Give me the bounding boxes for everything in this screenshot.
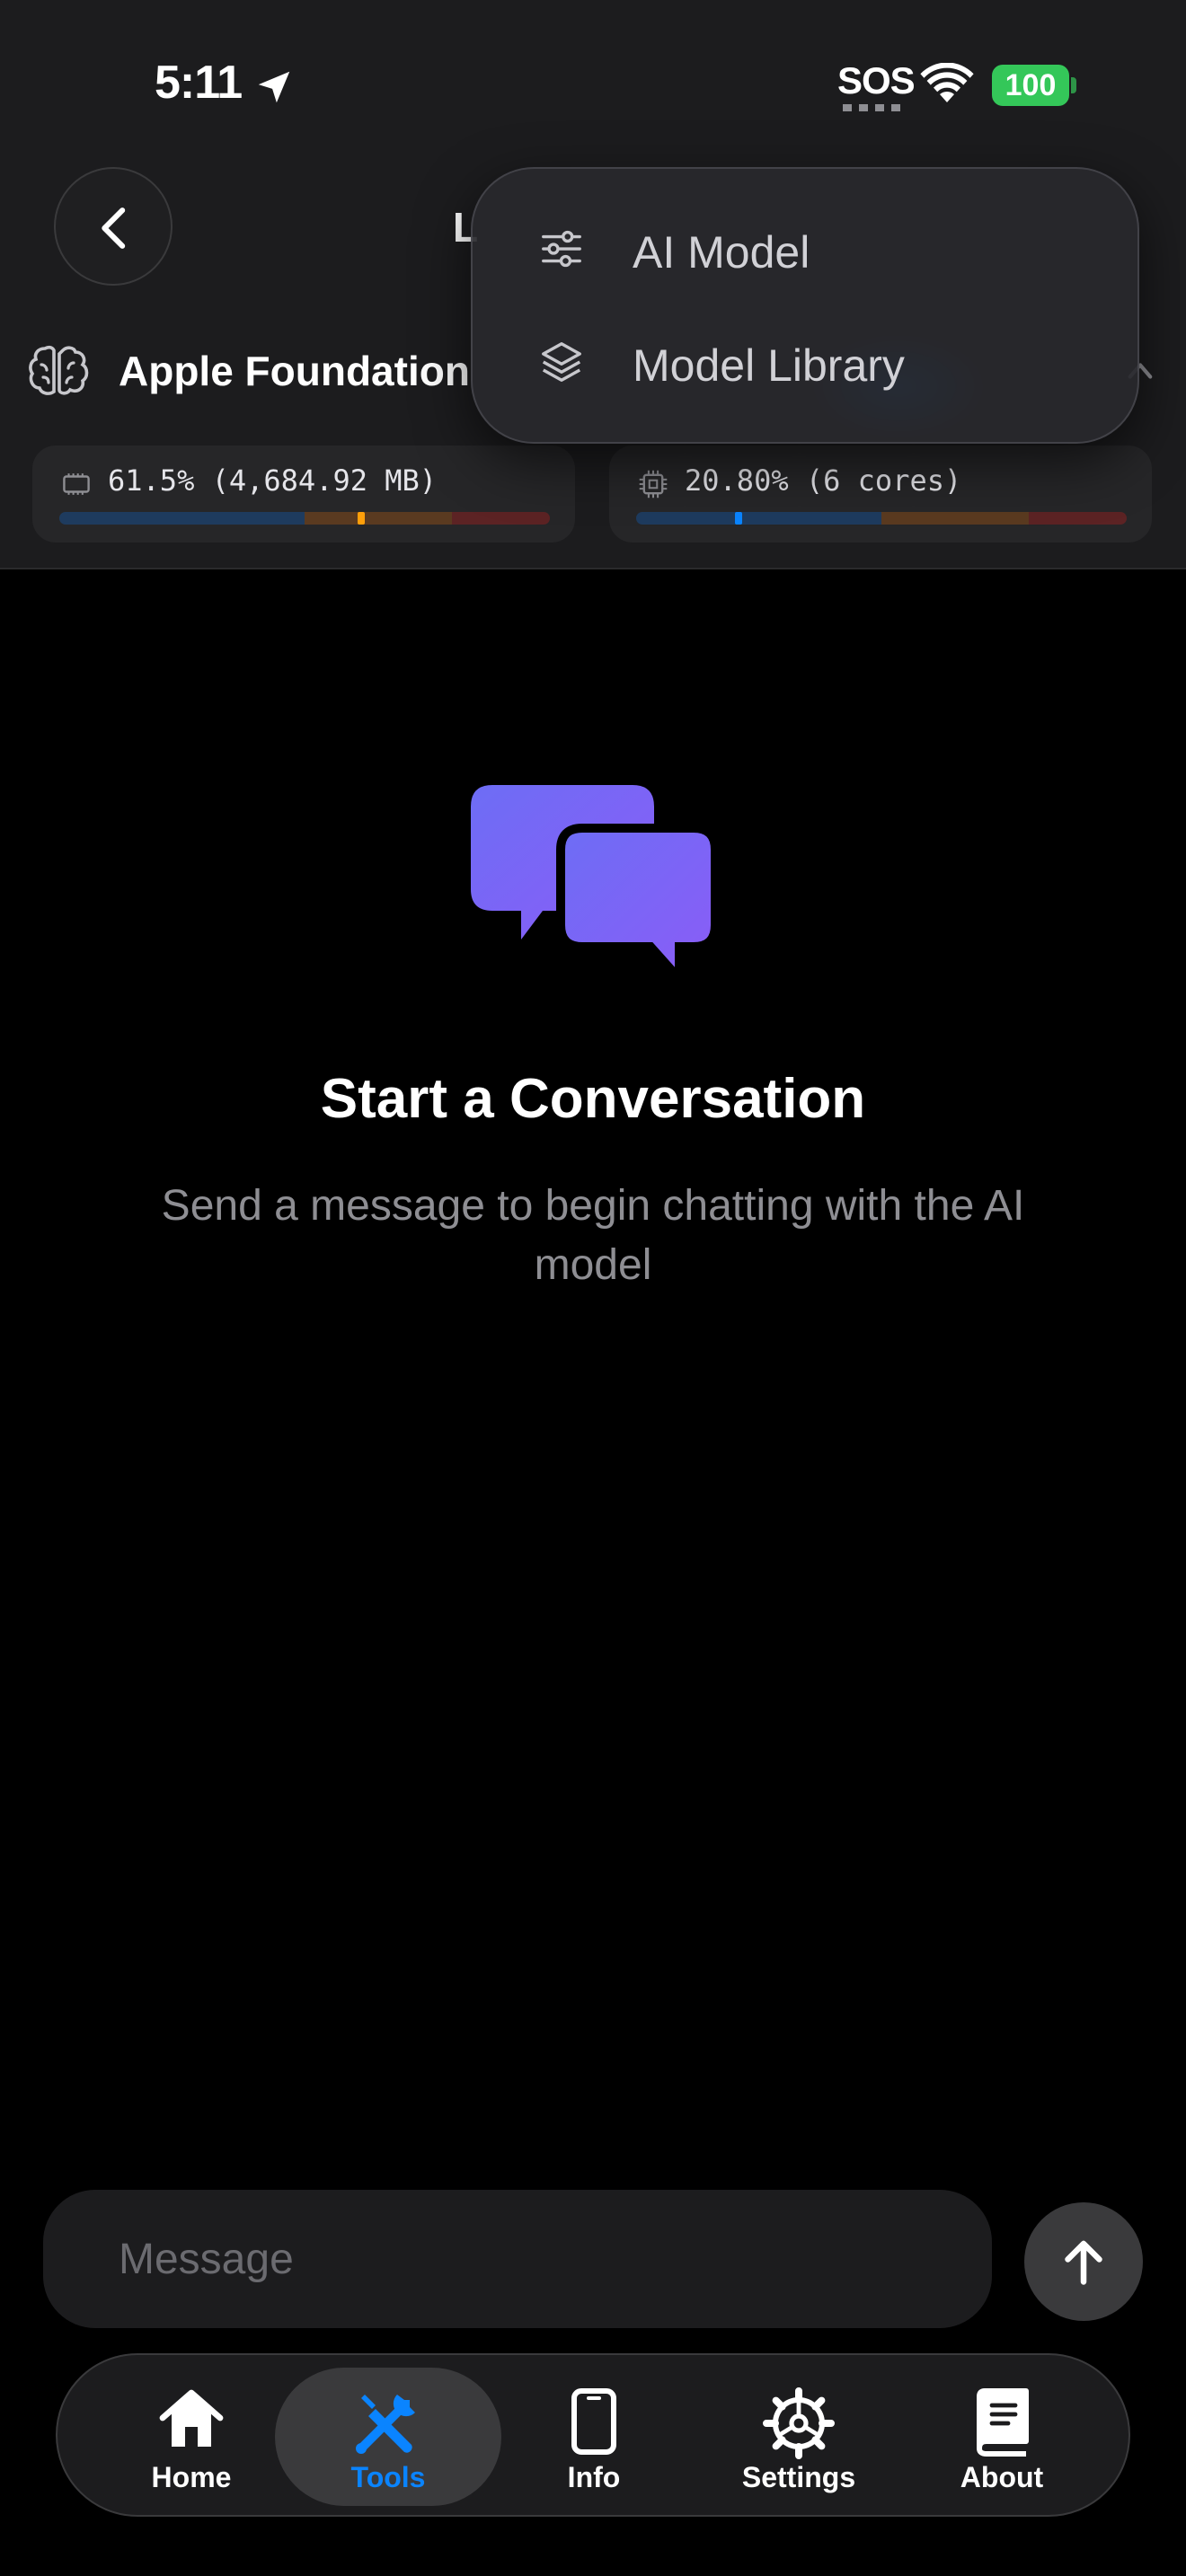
- tab-label: About: [960, 2461, 1044, 2493]
- brain-icon: [29, 345, 89, 395]
- tab-info[interactable]: Info: [491, 2368, 697, 2506]
- message-input[interactable]: [43, 2190, 992, 2328]
- location-arrow-icon: [258, 71, 290, 103]
- arrow-up-icon: [1065, 2240, 1102, 2285]
- tools-icon: [356, 2395, 415, 2454]
- cpu-icon: [639, 470, 668, 498]
- menu-item-label: AI Model: [633, 227, 810, 278]
- tab-home[interactable]: Home: [88, 2368, 295, 2506]
- cpu-usage-bar: [636, 512, 1127, 525]
- tab-bar: Home Tools Info Settings About: [56, 2353, 1130, 2517]
- memory-level-marker: [358, 512, 365, 525]
- sliders-icon: [542, 230, 581, 268]
- chat-bubbles-icon: [471, 785, 715, 981]
- memory-chip-icon: [63, 473, 90, 495]
- tab-tools[interactable]: Tools: [275, 2368, 501, 2506]
- send-button[interactable]: [1024, 2202, 1143, 2321]
- model-selector[interactable]: Apple Foundation: [119, 347, 470, 395]
- battery-indicator: 100: [992, 65, 1069, 106]
- memory-monitor: 61.5% (4,684.92 MB): [32, 446, 575, 543]
- menu-item-label: Model Library: [633, 340, 905, 391]
- signal-dots: [843, 104, 902, 111]
- memory-usage-text: 61.5% (4,684.92 MB): [108, 463, 438, 498]
- house-icon: [159, 2389, 224, 2447]
- phone-icon: [571, 2388, 616, 2455]
- empty-state-subtitle: Send a message to begin chatting with th…: [161, 1182, 1025, 1289]
- stack-layers-icon: [542, 342, 581, 382]
- tab-label: Info: [567, 2461, 621, 2493]
- menu-item-model-library[interactable]: Model Library: [537, 322, 1094, 402]
- sos-indicator: SOS: [837, 59, 916, 101]
- book-icon: [977, 2388, 1029, 2457]
- tab-settings[interactable]: Settings: [695, 2368, 902, 2506]
- cpu-usage-text: 20.80% (6 cores): [685, 463, 962, 498]
- tab-about[interactable]: About: [898, 2368, 1105, 2506]
- tab-label: Tools: [350, 2461, 426, 2493]
- gear-icon: [763, 2387, 835, 2459]
- cpu-level-marker: [735, 512, 742, 525]
- battery-tip: [1071, 77, 1076, 93]
- back-button[interactable]: [54, 167, 173, 286]
- cpu-monitor: 20.80% (6 cores): [609, 446, 1152, 543]
- menu-item-ai-model[interactable]: AI Model: [537, 208, 1094, 289]
- chevron-left-icon: [102, 207, 126, 249]
- empty-state-title: Start a Conversation: [320, 1068, 866, 1130]
- wifi-icon: [920, 63, 974, 102]
- status-time: 5:11: [155, 57, 243, 109]
- tab-label: Home: [151, 2461, 232, 2493]
- options-menu: AI Model Model Library: [471, 167, 1139, 444]
- memory-usage-bar: [59, 512, 550, 525]
- tab-label: Settings: [741, 2461, 856, 2493]
